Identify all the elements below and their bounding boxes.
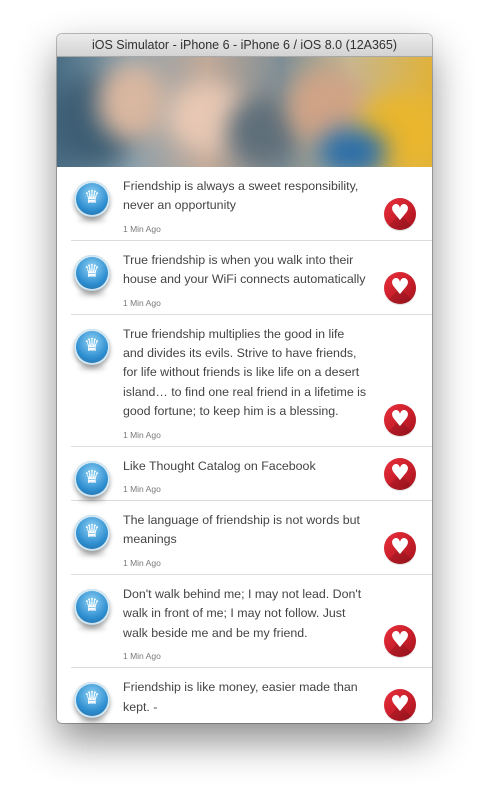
like-button[interactable]: ♥ xyxy=(384,688,416,721)
crown-icon: ♛ xyxy=(83,334,101,356)
heart-icon: ♥ xyxy=(390,691,410,717)
crown-icon: ♛ xyxy=(83,521,101,543)
heart-icon: ♥ xyxy=(390,534,410,560)
heart-icon: ♥ xyxy=(390,628,410,654)
crown-icon: ♛ xyxy=(83,466,101,488)
quote-text: Don't walk behind me; I may not lead. Do… xyxy=(123,586,362,640)
like-button[interactable]: ♥ xyxy=(384,625,416,658)
like-button[interactable]: ♥ xyxy=(384,271,416,304)
crown-avatar-icon: ♛ xyxy=(74,515,110,552)
phone-screen: ♛ Friendship is always a sweet responsibi… xyxy=(57,57,432,723)
like-button[interactable]: ♥ xyxy=(384,531,416,564)
feed-row[interactable]: ♛ Like Thought Catalog on Facebook 1 Min A… xyxy=(71,447,432,502)
simulator-window: iOS Simulator - iPhone 6 - iPhone 6 / iO… xyxy=(57,34,432,723)
feed-row[interactable]: ♛ Friendship is always a sweet responsibi… xyxy=(71,167,432,241)
heart-icon: ♥ xyxy=(390,274,410,300)
feed-row[interactable]: ♛ The language of friendship is not words… xyxy=(71,501,432,575)
crown-avatar-icon: ♛ xyxy=(74,181,110,217)
feed-row[interactable]: ♛ True friendship multiplies the good in … xyxy=(71,315,432,447)
crown-icon: ♛ xyxy=(83,688,101,710)
quote-text: True friendship is when you walk into th… xyxy=(123,252,366,287)
header-photo xyxy=(57,57,432,167)
quote-text: The language of friendship is not words … xyxy=(123,513,360,547)
timestamp: 1 Min Ago xyxy=(123,297,161,308)
crown-avatar-icon: ♛ xyxy=(74,682,110,719)
timestamp: 1 Min Ago xyxy=(123,429,161,440)
like-button[interactable]: ♥ xyxy=(384,197,416,230)
like-button[interactable]: ♥ xyxy=(384,458,416,491)
quote-text: Friendship is like money, easier made th… xyxy=(123,680,358,714)
heart-icon: ♥ xyxy=(390,200,410,226)
feed-row[interactable]: ♛ Don't walk behind me; I may not lead. D… xyxy=(71,575,432,669)
crown-icon: ♛ xyxy=(83,187,101,208)
quote-feed[interactable]: ♛ Friendship is always a sweet responsibi… xyxy=(57,167,432,723)
quote-text: Friendship is always a sweet responsibil… xyxy=(123,179,359,213)
feed-row[interactable]: ♛ Friendship is like money, easier made t… xyxy=(71,668,432,723)
crown-avatar-icon: ♛ xyxy=(74,460,110,497)
feed-row[interactable]: ♛ True friendship is when you walk into t… xyxy=(71,241,432,315)
crown-icon: ♛ xyxy=(83,594,101,616)
heart-icon: ♥ xyxy=(390,461,410,487)
quote-text: Like Thought Catalog on Facebook xyxy=(123,458,316,473)
crown-avatar-icon: ♛ xyxy=(74,588,110,625)
like-button[interactable]: ♥ xyxy=(384,403,416,436)
timestamp: 1 Min Ago xyxy=(123,223,161,234)
quote-text: True friendship multiplies the good in l… xyxy=(123,326,367,419)
crown-icon: ♛ xyxy=(83,260,101,282)
window-title: iOS Simulator - iPhone 6 - iPhone 6 / iO… xyxy=(57,34,432,57)
crown-avatar-icon: ♛ xyxy=(74,328,110,365)
heart-icon: ♥ xyxy=(390,406,410,432)
crown-avatar-icon: ♛ xyxy=(74,254,110,291)
timestamp: 1 Min Ago xyxy=(123,557,161,568)
